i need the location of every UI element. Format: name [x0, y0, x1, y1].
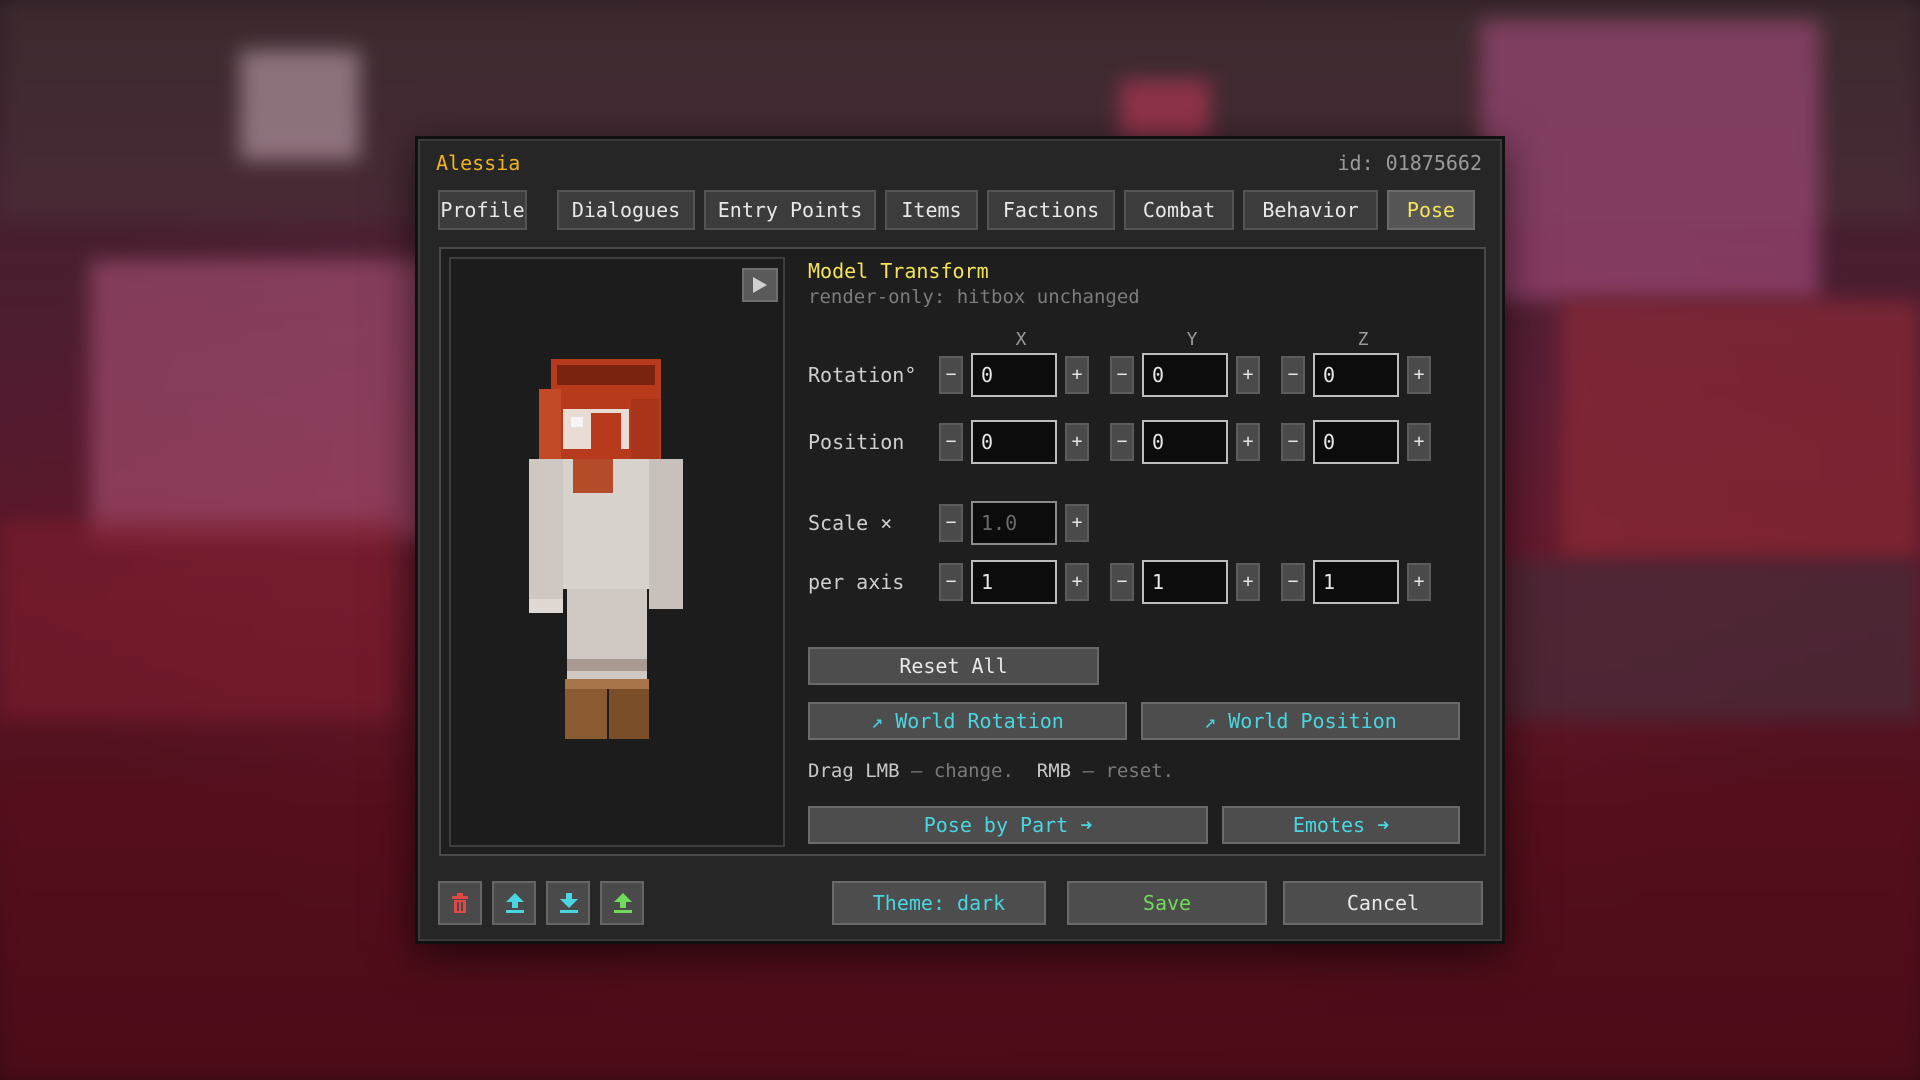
scale-label: Scale × — [808, 511, 893, 535]
scale-plus-button[interactable]: + — [1065, 504, 1089, 542]
position-x-minus-button[interactable]: − — [939, 423, 963, 461]
world-position-button[interactable]: ↗ World Position — [1141, 702, 1460, 740]
npc-id-label: id: 01875662 — [1337, 151, 1483, 175]
scale-z-field[interactable]: 1 — [1313, 560, 1399, 604]
hint-text-reset: — reset. — [1071, 760, 1175, 782]
tab-combat[interactable]: Combat — [1124, 190, 1234, 230]
tab-items[interactable]: Items — [885, 190, 978, 230]
hint-key-rmb: RMB — [1036, 760, 1072, 782]
section-title: Model Transform — [808, 259, 989, 283]
rotation-y-plus-button[interactable]: + — [1236, 356, 1260, 394]
emotes-button[interactable]: Emotes ➜ — [1222, 806, 1460, 844]
position-label: Position — [808, 430, 905, 454]
world-rotation-button[interactable]: ↗ World Rotation — [808, 702, 1127, 740]
scale-y-plus-button[interactable]: + — [1236, 563, 1260, 601]
play-animation-button[interactable] — [742, 268, 778, 302]
theme-toggle-button[interactable]: Theme: dark — [832, 881, 1046, 925]
drag-hint: Drag LMB — change. RMB — reset. — [808, 760, 1174, 782]
download-icon — [560, 893, 578, 913]
scale-y-minus-button[interactable]: − — [1110, 563, 1134, 601]
download-button[interactable] — [546, 881, 590, 925]
position-y-minus-button[interactable]: − — [1110, 423, 1134, 461]
pose-panel: Model Transform render-only: hitbox unch… — [439, 247, 1486, 856]
upload-icon — [506, 893, 524, 913]
upload-button[interactable] — [492, 881, 536, 925]
title-bar: Alessia id: 01875662 — [418, 139, 1502, 185]
export-icon — [614, 893, 632, 913]
axis-x-header: X — [1015, 329, 1027, 350]
scale-x-plus-button[interactable]: + — [1065, 563, 1089, 601]
npc-name-title: Alessia — [436, 151, 521, 175]
position-y-field[interactable]: 0 — [1142, 420, 1228, 464]
delete-button[interactable] — [438, 881, 482, 925]
hint-text-change: — change. — [899, 760, 1037, 782]
position-z-minus-button[interactable]: − — [1281, 423, 1305, 461]
tab-profile[interactable]: Profile — [438, 190, 527, 230]
scale-x-minus-button[interactable]: − — [939, 563, 963, 601]
tab-pose[interactable]: Pose — [1387, 190, 1475, 230]
position-z-plus-button[interactable]: + — [1407, 423, 1431, 461]
rotation-z-minus-button[interactable]: − — [1281, 356, 1305, 394]
export-button[interactable] — [600, 881, 644, 925]
scale-y-field[interactable]: 1 — [1142, 560, 1228, 604]
section-subtitle: render-only: hitbox unchanged — [808, 286, 1140, 308]
position-x-field[interactable]: 0 — [971, 420, 1057, 464]
scale-minus-button[interactable]: − — [939, 504, 963, 542]
scale-x-field[interactable]: 1 — [971, 560, 1057, 604]
position-z-field[interactable]: 0 — [1313, 420, 1399, 464]
npc-model-figure — [529, 359, 683, 739]
tab-behavior[interactable]: Behavior — [1243, 190, 1378, 230]
rotation-z-field[interactable]: 0 — [1313, 353, 1399, 397]
scale-z-minus-button[interactable]: − — [1281, 563, 1305, 601]
position-y-plus-button[interactable]: + — [1236, 423, 1260, 461]
rotation-x-field[interactable]: 0 — [971, 353, 1057, 397]
rotation-x-plus-button[interactable]: + — [1065, 356, 1089, 394]
model-preview[interactable] — [449, 257, 785, 847]
cancel-button[interactable]: Cancel — [1283, 881, 1483, 925]
trash-icon — [452, 893, 468, 913]
axis-y-header: Y — [1186, 329, 1198, 350]
scale-z-plus-button[interactable]: + — [1407, 563, 1431, 601]
rotation-y-field[interactable]: 0 — [1142, 353, 1228, 397]
reset-all-button[interactable]: Reset All — [808, 647, 1099, 685]
tab-dialogues[interactable]: Dialogues — [557, 190, 695, 230]
rotation-y-minus-button[interactable]: − — [1110, 356, 1134, 394]
rotation-x-minus-button[interactable]: − — [939, 356, 963, 394]
pose-by-part-button[interactable]: Pose by Part ➜ — [808, 806, 1208, 844]
hint-key-lmb: Drag LMB — [808, 760, 900, 782]
scale-field[interactable]: 1.0 — [971, 501, 1057, 545]
rotation-label: Rotation° — [808, 363, 917, 387]
rotation-z-plus-button[interactable]: + — [1407, 356, 1431, 394]
tab-entry-points[interactable]: Entry Points — [704, 190, 876, 230]
play-icon — [753, 277, 767, 293]
tab-factions[interactable]: Factions — [987, 190, 1115, 230]
position-x-plus-button[interactable]: + — [1065, 423, 1089, 461]
npc-editor-dialog: Alessia id: 01875662 Profile Dialogues E… — [415, 136, 1505, 944]
axis-z-header: Z — [1357, 329, 1369, 350]
save-button[interactable]: Save — [1067, 881, 1267, 925]
per-axis-label: per axis — [808, 570, 905, 594]
